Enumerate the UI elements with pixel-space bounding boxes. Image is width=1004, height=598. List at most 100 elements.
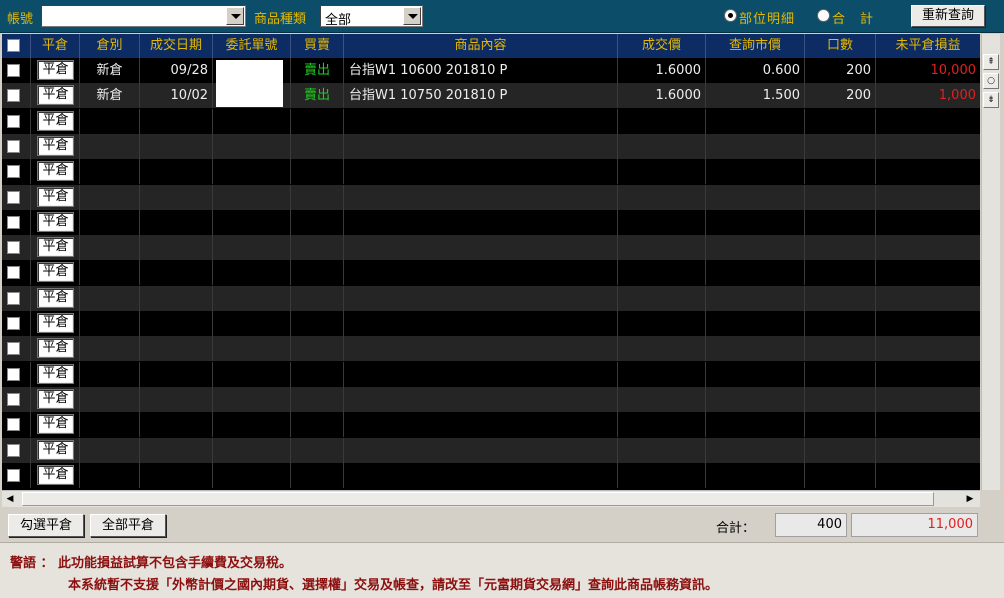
row-close-button[interactable]: 平倉 [37,414,74,435]
table-row[interactable]: 平倉 [2,462,980,488]
cell-pnl [876,286,980,311]
cell-date [140,108,213,134]
radio-detail-label[interactable]: 部位明細 [739,8,795,27]
row-close-cell: 平倉 [31,311,80,336]
row-checkbox[interactable] [7,89,20,103]
radio-total[interactable] [817,9,830,22]
table-row[interactable]: 平倉 [2,133,980,159]
cell-date [140,311,213,336]
scroll-bottom-icon[interactable]: ⇟ [983,92,999,108]
row-close-button[interactable]: 平倉 [37,60,74,80]
row-close-button[interactable]: 平倉 [37,313,74,333]
row-checkbox[interactable] [7,468,20,482]
row-close-cell: 平倉 [31,260,80,286]
scroll-top-icon[interactable]: ⇞ [983,54,999,70]
row-close-button[interactable]: 平倉 [37,237,74,258]
account-select[interactable] [41,5,246,27]
cell-product [344,437,618,463]
row-checkbox[interactable] [7,266,20,280]
select-all-checkbox[interactable] [7,39,20,52]
row-close-cell: 平倉 [31,58,80,83]
cell-pnl [876,260,980,285]
row-checkbox[interactable] [7,215,20,229]
row-checkbox[interactable] [7,418,20,432]
row-close-button[interactable]: 平倉 [37,211,74,232]
table-row[interactable]: 平倉 新倉 10/02 賣出 台指W1 10750 201810 P 1.6000 1.50… [2,83,980,109]
cell-qty [805,209,876,235]
row-checkbox[interactable] [7,443,20,457]
cell-market-price [706,412,805,438]
requery-button[interactable]: 重新查詢 [911,5,985,27]
row-close-button[interactable]: 平倉 [37,388,74,409]
row-close-button[interactable]: 平倉 [37,85,74,106]
cell-qty: 200 [805,83,876,109]
cell-side [291,311,344,336]
row-checkbox[interactable] [7,317,20,330]
table-row[interactable]: 平倉 [2,184,980,210]
row-close-button[interactable]: 平倉 [37,186,74,207]
vertical-scrollbar[interactable]: ⇞ ○ ⇟ [981,34,1000,490]
cell-date [140,386,213,412]
table-row[interactable]: 平倉 [2,412,980,438]
table-row[interactable]: 平倉 [2,285,980,311]
cell-order-no [213,437,291,463]
row-close-button[interactable]: 平倉 [37,363,74,384]
chevron-down-icon[interactable] [403,7,421,25]
arrow-right-icon[interactable]: ▶ [962,492,978,506]
row-close-button[interactable]: 平倉 [37,110,74,131]
row-close-button[interactable]: 平倉 [37,338,74,359]
header-select-all[interactable] [2,34,31,58]
radio-detail[interactable] [724,9,737,22]
cell-qty: 200 [805,58,876,83]
header-close: 平倉 [31,34,80,58]
row-checkbox[interactable] [7,139,20,153]
row-close-button[interactable]: 平倉 [37,287,74,308]
row-checkbox[interactable] [7,342,20,356]
close-all-button[interactable]: 全部平倉 [90,514,166,537]
cell-trade-price [618,285,706,311]
cell-pnl [876,362,980,387]
table-row[interactable]: 平倉 [2,235,980,261]
table-row[interactable]: 平倉 [2,336,980,362]
warning-line-2: 本系統暫不支援「外幣計價之國內期貨、選擇權」交易及帳查，請改至「元富期貨交易網」… [68,578,719,593]
chevron-down-icon[interactable] [226,7,244,25]
close-checked-button[interactable]: 勾選平倉 [8,514,84,537]
total-qty: 400 [775,513,847,537]
table-row[interactable]: 平倉 [2,361,980,387]
horizontal-scrollbar[interactable]: ◀ ▶ [2,490,980,507]
cell-date: 09/28 [140,58,213,83]
cell-product [344,412,618,438]
table-row[interactable]: 平倉 [2,311,980,336]
row-close-button[interactable]: 平倉 [37,464,74,485]
row-checkbox[interactable] [7,367,20,381]
table-row[interactable]: 平倉 [2,386,980,412]
row-close-button[interactable]: 平倉 [37,439,74,460]
row-checkbox[interactable] [7,114,20,128]
arrow-left-icon[interactable]: ◀ [2,492,18,506]
row-checkbox[interactable] [7,64,20,77]
table-row[interactable]: 平倉 [2,108,980,134]
scroll-home-icon[interactable]: ○ [983,73,999,89]
cell-order-no [213,336,291,362]
table-row[interactable]: 平倉 [2,437,980,463]
table-row[interactable]: 平倉 新倉 09/28 賣出 台指W1 10600 201810 P 1.6000 0.60… [2,58,980,83]
table-row[interactable]: 平倉 [2,260,980,286]
product-type-select[interactable]: 全部 [320,5,423,28]
table-row[interactable]: 平倉 [2,159,980,185]
cell-type [80,209,140,235]
row-checkbox[interactable] [7,241,20,255]
horizontal-scroll-thumb[interactable] [22,492,934,506]
row-checkbox[interactable] [7,190,20,204]
cell-trade-price: 1.6000 [618,58,706,83]
cell-order-no [213,209,291,235]
cell-product [344,159,618,185]
radio-total-label[interactable]: 合 計 [832,8,874,27]
row-close-button[interactable]: 平倉 [37,161,74,182]
row-close-button[interactable]: 平倉 [37,262,74,283]
table-row[interactable]: 平倉 [2,209,980,235]
row-select-cell [2,336,31,362]
row-checkbox[interactable] [7,165,20,179]
row-checkbox[interactable] [7,291,20,305]
row-close-button[interactable]: 平倉 [37,135,74,156]
row-checkbox[interactable] [7,392,20,406]
